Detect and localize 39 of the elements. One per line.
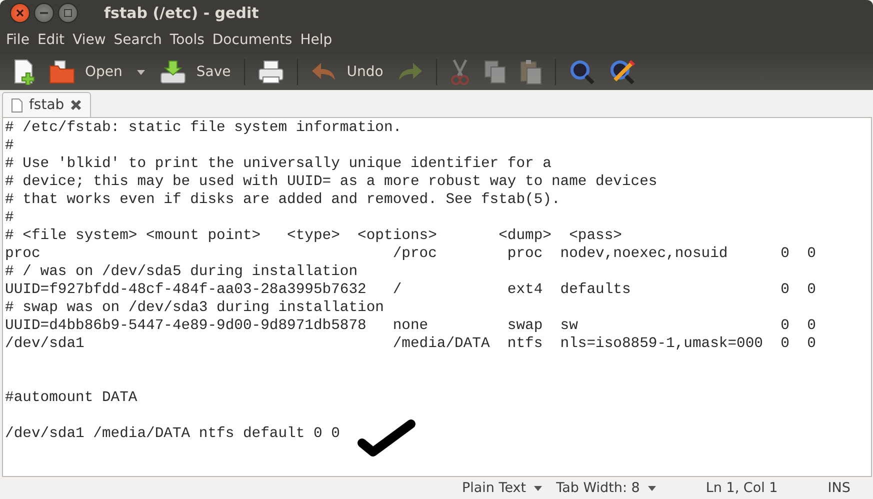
- redo-arrow-icon: [397, 62, 424, 82]
- insert-mode: INS: [828, 480, 850, 496]
- menu-item[interactable]: File: [2, 32, 34, 48]
- checkmark-drawing: [355, 418, 417, 458]
- folder-icon: [49, 60, 75, 84]
- menu-item[interactable]: Tools: [166, 32, 208, 48]
- scissors-icon: [450, 59, 470, 85]
- clipboard-icon: [520, 59, 542, 85]
- caret-icon: [137, 70, 146, 74]
- menu-item[interactable]: Search: [110, 32, 166, 48]
- maximize-icon: [64, 9, 72, 17]
- download-drive-icon: [160, 59, 186, 85]
- copy-icon: [484, 60, 506, 84]
- document-tab[interactable]: fstab: [2, 92, 92, 117]
- minimize-icon: [40, 12, 48, 14]
- document-icon: [11, 98, 23, 112]
- menu-item[interactable]: Help: [296, 32, 336, 48]
- toolbar-button[interactable]: Open: [44, 58, 128, 86]
- close-icon[interactable]: [70, 99, 82, 111]
- menu-item[interactable]: View: [68, 32, 110, 48]
- toolbar-button[interactable]: Undo: [306, 60, 388, 84]
- language-selector[interactable]: Plain Text: [462, 480, 542, 496]
- caret-icon: [648, 486, 656, 490]
- maximize-button[interactable]: [58, 3, 78, 23]
- close-icon: [16, 9, 24, 17]
- printer-icon: [258, 60, 284, 84]
- minimize-button[interactable]: [34, 3, 54, 23]
- window-title: fstab (/etc) - gedit: [104, 4, 259, 22]
- menu-item[interactable]: Documents: [208, 32, 296, 48]
- close-button[interactable]: [10, 3, 30, 23]
- tab-width-selector[interactable]: Tab Width: 8: [556, 480, 656, 496]
- new-document-icon: [13, 59, 35, 85]
- toolbar-button[interactable]: Save: [155, 57, 236, 87]
- menu-item[interactable]: Edit: [33, 32, 69, 48]
- undo-arrow-icon: [310, 62, 337, 82]
- magnifier-pencil-icon: [609, 59, 636, 85]
- caret-icon: [534, 486, 542, 490]
- cursor-position: Ln 1, Col 1: [706, 480, 778, 496]
- magnifier-icon: [569, 59, 596, 85]
